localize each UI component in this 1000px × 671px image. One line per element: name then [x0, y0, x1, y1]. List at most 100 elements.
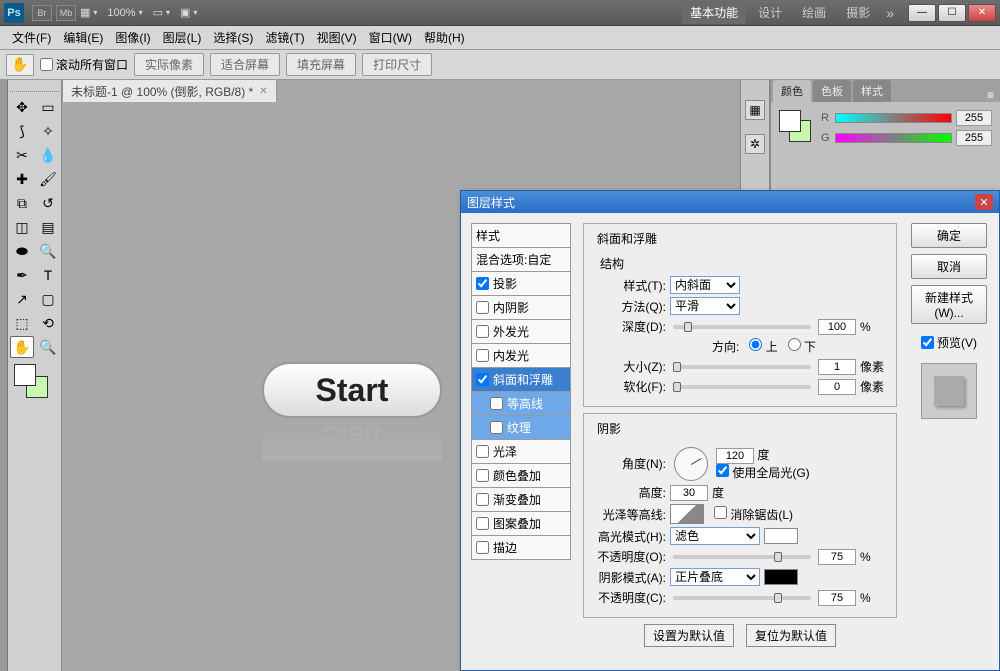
ok-button[interactable]: 确定: [911, 223, 987, 248]
blur-tool-icon[interactable]: ⬬: [10, 240, 34, 262]
lasso-tool-icon[interactable]: ⟆: [10, 120, 34, 142]
minibridge-icon[interactable]: Mb: [56, 5, 76, 21]
hand-tool-icon[interactable]: ✋: [6, 54, 34, 76]
set-default-button[interactable]: 设置为默认值: [644, 624, 734, 647]
r-input[interactable]: [956, 110, 992, 126]
zoom-tool-icon[interactable]: 🔍: [36, 336, 60, 358]
eyedropper-tool-icon[interactable]: 💧: [36, 144, 60, 166]
reset-default-button[interactable]: 复位为默认值: [746, 624, 836, 647]
menu-select[interactable]: 选择(S): [207, 26, 259, 49]
g-input[interactable]: [956, 130, 992, 146]
workspace-basic[interactable]: 基本功能: [682, 1, 746, 24]
shape-tool-icon[interactable]: ▢: [36, 288, 60, 310]
workspace-design[interactable]: 设计: [750, 1, 790, 24]
technique-select[interactable]: 平滑: [670, 297, 740, 315]
minimize-button[interactable]: —: [908, 4, 936, 22]
stamp-tool-icon[interactable]: ⧉: [10, 192, 34, 214]
dock-icon-1[interactable]: ▦: [745, 100, 765, 120]
direction-down[interactable]: 下: [788, 338, 816, 355]
menu-view[interactable]: 视图(V): [311, 26, 363, 49]
fill-screen-button[interactable]: 填充屏幕: [286, 53, 356, 76]
view-extras-dropdown[interactable]: ▦: [80, 6, 97, 19]
workspace-more-icon[interactable]: »: [886, 5, 894, 21]
g-slider[interactable]: [835, 133, 952, 143]
foreground-swatch[interactable]: [14, 364, 36, 386]
style-gradient-overlay[interactable]: 渐变叠加: [471, 488, 571, 512]
dialog-titlebar[interactable]: 图层样式 ✕: [461, 191, 999, 213]
color-swatches[interactable]: [10, 364, 59, 400]
shadow-mode-select[interactable]: 正片叠底: [670, 568, 760, 586]
style-contour[interactable]: 等高线: [471, 392, 571, 416]
style-color-overlay[interactable]: 颜色叠加: [471, 464, 571, 488]
fit-screen-button[interactable]: 适合屏幕: [210, 53, 280, 76]
print-size-button[interactable]: 打印尺寸: [362, 53, 432, 76]
soften-slider[interactable]: [673, 385, 811, 389]
marquee-tool-icon[interactable]: ▭: [36, 96, 60, 118]
soften-input[interactable]: [818, 379, 856, 395]
style-satin[interactable]: 光泽: [471, 440, 571, 464]
workspace-photo[interactable]: 摄影: [838, 1, 878, 24]
menu-file[interactable]: 文件(F): [6, 26, 57, 49]
workspace-paint[interactable]: 绘画: [794, 1, 834, 24]
menu-filter[interactable]: 滤镜(T): [259, 26, 310, 49]
styles-header[interactable]: 样式: [471, 223, 571, 248]
maximize-button[interactable]: ☐: [938, 4, 966, 22]
shadow-opacity-slider[interactable]: [673, 596, 811, 600]
crop-tool-icon[interactable]: ✂: [10, 144, 34, 166]
preview-checkbox[interactable]: 预览(V): [921, 334, 977, 351]
style-inner-glow[interactable]: 内发光: [471, 344, 571, 368]
antialias-checkbox[interactable]: 消除锯齿(L): [714, 506, 793, 523]
arrange-dropdown[interactable]: ▭: [153, 6, 170, 19]
highlight-opacity-input[interactable]: [818, 549, 856, 565]
global-light-checkbox[interactable]: 使用全局光(G): [716, 466, 810, 480]
highlight-opacity-slider[interactable]: [673, 555, 811, 559]
depth-input[interactable]: [818, 319, 856, 335]
style-pattern-overlay[interactable]: 图案叠加: [471, 512, 571, 536]
blend-options[interactable]: 混合选项:自定: [471, 248, 571, 272]
gloss-contour-picker[interactable]: [670, 504, 704, 524]
bridge-icon[interactable]: Br: [32, 5, 52, 21]
style-texture[interactable]: 纹理: [471, 416, 571, 440]
panel-swatches[interactable]: [779, 110, 813, 144]
screenmode-dropdown[interactable]: ▣: [180, 6, 197, 19]
r-slider[interactable]: [835, 113, 952, 123]
new-style-button[interactable]: 新建样式(W)...: [911, 285, 987, 324]
angle-input[interactable]: [716, 448, 754, 464]
altitude-input[interactable]: [670, 485, 708, 501]
style-drop-shadow[interactable]: 投影: [471, 272, 571, 296]
menu-window[interactable]: 窗口(W): [363, 26, 418, 49]
history-brush-icon[interactable]: ↺: [36, 192, 60, 214]
heal-tool-icon[interactable]: ✚: [10, 168, 34, 190]
style-select[interactable]: 内斜面: [670, 276, 740, 294]
style-bevel[interactable]: 斜面和浮雕: [471, 368, 571, 392]
document-close-icon[interactable]: ✕: [259, 86, 267, 97]
move-tool-icon[interactable]: ✥: [10, 96, 34, 118]
tab-styles[interactable]: 样式: [853, 80, 891, 102]
3d-tool-icon[interactable]: ⬚: [10, 312, 34, 334]
scroll-all-checkbox[interactable]: 滚动所有窗口: [40, 56, 128, 73]
cancel-button[interactable]: 取消: [911, 254, 987, 279]
dialog-close-icon[interactable]: ✕: [975, 194, 993, 210]
shadow-opacity-input[interactable]: [818, 590, 856, 606]
shadow-color-swatch[interactable]: [764, 569, 798, 585]
angle-dial[interactable]: [674, 447, 708, 481]
wand-tool-icon[interactable]: ✧: [36, 120, 60, 142]
eraser-tool-icon[interactable]: ◫: [10, 216, 34, 238]
dock-icon-2[interactable]: ✲: [745, 134, 765, 154]
size-input[interactable]: [818, 359, 856, 375]
panel-menu-icon[interactable]: ≡: [981, 88, 1000, 102]
actual-pixels-button[interactable]: 实际像素: [134, 53, 204, 76]
gradient-tool-icon[interactable]: ▤: [36, 216, 60, 238]
menu-image[interactable]: 图像(I): [109, 26, 156, 49]
brush-tool-icon[interactable]: 🖌: [36, 168, 60, 190]
style-stroke[interactable]: 描边: [471, 536, 571, 560]
style-outer-glow[interactable]: 外发光: [471, 320, 571, 344]
direction-up[interactable]: 上: [749, 338, 777, 355]
style-inner-shadow[interactable]: 内阴影: [471, 296, 571, 320]
dodge-tool-icon[interactable]: 🔍: [36, 240, 60, 262]
highlight-color-swatch[interactable]: [764, 528, 798, 544]
pen-tool-icon[interactable]: ✒: [10, 264, 34, 286]
3d-rotate-icon[interactable]: ⟲: [36, 312, 60, 334]
tab-color[interactable]: 颜色: [773, 80, 811, 102]
zoom-dropdown[interactable]: 100%: [107, 7, 142, 19]
